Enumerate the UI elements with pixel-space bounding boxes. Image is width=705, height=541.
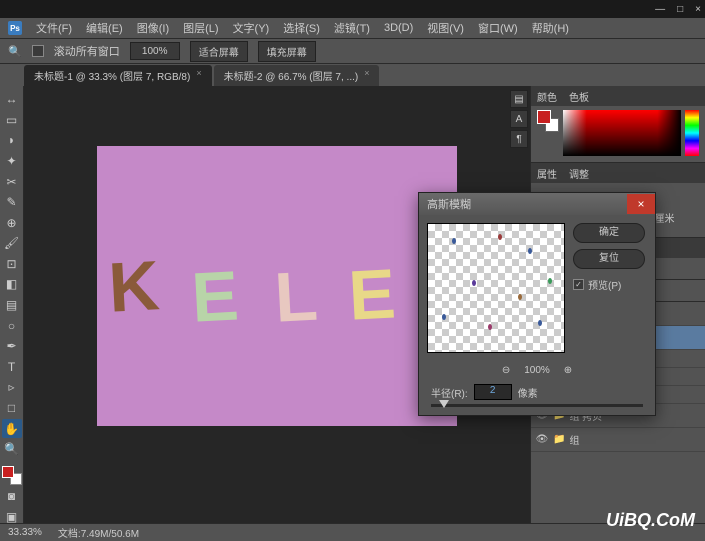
zoom-input[interactable]: 100%: [130, 42, 180, 60]
status-doc-info[interactable]: 文档:7.49M/50.6M: [58, 525, 139, 540]
dialog-close-button[interactable]: ×: [627, 194, 655, 214]
tab-label: 未标题-1 @ 33.3% (图层 7, RGB/8): [34, 68, 190, 83]
radius-input[interactable]: 2: [474, 384, 512, 400]
brush-tool[interactable]: 🖌: [2, 234, 22, 253]
status-zoom[interactable]: 33.33%: [8, 527, 42, 538]
options-bar: 🔍 滚动所有窗口 100% 适合屏幕 填充屏幕: [0, 38, 705, 64]
document-tabs: 未标题-1 @ 33.3% (图层 7, RGB/8) × 未标题-2 @ 66…: [0, 64, 705, 86]
dialog-zoom-value: 100%: [524, 365, 550, 376]
radius-slider[interactable]: [431, 404, 643, 407]
stamp-tool[interactable]: ⊡: [2, 255, 22, 274]
gradient-tool[interactable]: ▤: [2, 296, 22, 315]
tab-close-icon[interactable]: ×: [196, 68, 201, 83]
dialog-titlebar[interactable]: 高斯模糊 ×: [419, 193, 655, 215]
menu-filter[interactable]: 滤镜(T): [334, 20, 370, 36]
menu-type[interactable]: 文字(Y): [233, 20, 270, 36]
dialog-preview-label: 预览(P): [588, 277, 621, 292]
scroll-all-label: 滚动所有窗口: [54, 43, 120, 59]
zoom-tool[interactable]: 🔍: [2, 440, 22, 459]
radius-label: 半径(R):: [431, 385, 468, 400]
menu-select[interactable]: 选择(S): [283, 20, 320, 36]
blur-tool[interactable]: ○: [2, 316, 22, 335]
color-swatches[interactable]: [2, 466, 22, 485]
status-bar: 33.33% 文档:7.49M/50.6M: [0, 523, 705, 541]
marquee-tool[interactable]: ▭: [2, 111, 22, 130]
menu-image[interactable]: 图像(I): [137, 20, 169, 36]
path-tool[interactable]: ▹: [2, 378, 22, 397]
zoom-out-icon[interactable]: ⊖: [502, 365, 510, 376]
color-spectrum[interactable]: [563, 110, 681, 156]
dialog-preview-checkbox[interactable]: ✓: [573, 279, 584, 290]
panel-fg-color[interactable]: [537, 110, 551, 124]
zoom-tool-icon: 🔍: [8, 45, 22, 58]
window-titlebar: — □ ×: [0, 0, 705, 18]
document-tab-2[interactable]: 未标题-2 @ 66.7% (图层 7, ...) ×: [214, 65, 380, 86]
toolbox: ↔ ▭ ◗ ✦ ✂ ✎ ⊕ 🖌 ⊡ ◧ ▤ ○ ✒ T ▹ □ ✋ 🔍 ◙ ▣: [0, 86, 24, 526]
fit-screen-button[interactable]: 适合屏幕: [190, 41, 248, 62]
quick-mask-tool[interactable]: ◙: [2, 487, 22, 506]
tab-close-icon[interactable]: ×: [364, 68, 369, 83]
zoom-in-icon[interactable]: ⊕: [564, 365, 572, 376]
fill-screen-button[interactable]: 填充屏幕: [258, 41, 316, 62]
radius-unit: 像素: [518, 385, 538, 400]
collapsed-panels: ▤ A ¶: [510, 90, 530, 150]
layer-row[interactable]: 👁 📁 组: [531, 428, 705, 452]
eraser-tool[interactable]: ◧: [2, 275, 22, 294]
menu-view[interactable]: 视图(V): [427, 20, 464, 36]
char-panel-icon[interactable]: A: [510, 110, 528, 128]
app-icon: Ps: [8, 21, 22, 35]
minimize-button[interactable]: —: [655, 4, 665, 15]
pen-tool[interactable]: ✒: [2, 337, 22, 356]
type-tool[interactable]: T: [2, 358, 22, 377]
history-panel-icon[interactable]: ▤: [510, 90, 528, 108]
heal-tool[interactable]: ⊕: [2, 213, 22, 232]
close-button[interactable]: ×: [695, 4, 701, 15]
tab-label: 未标题-2 @ 66.7% (图层 7, ...): [224, 68, 359, 83]
adjustments-panel-tab[interactable]: 调整: [569, 166, 589, 181]
menu-edit[interactable]: 编辑(E): [86, 20, 123, 36]
maximize-button[interactable]: □: [677, 4, 683, 15]
menu-file[interactable]: 文件(F): [36, 20, 72, 36]
wand-tool[interactable]: ✦: [2, 152, 22, 171]
dialog-ok-button[interactable]: 确定: [573, 223, 645, 243]
panel-swatches[interactable]: [537, 110, 559, 132]
scroll-all-checkbox[interactable]: [32, 45, 44, 57]
shape-tool[interactable]: □: [2, 399, 22, 418]
menu-help[interactable]: 帮助(H): [532, 20, 569, 36]
watermark: UiBQ.CoM: [606, 510, 695, 531]
dialog-title-text: 高斯模糊: [427, 196, 471, 212]
dialog-preview[interactable]: [427, 223, 565, 353]
hue-slider[interactable]: [685, 110, 699, 156]
para-panel-icon[interactable]: ¶: [510, 130, 528, 148]
slider-handle[interactable]: [439, 400, 449, 408]
menu-layer[interactable]: 图层(L): [183, 20, 218, 36]
layer-name[interactable]: 组: [569, 432, 579, 447]
gaussian-blur-dialog: 高斯模糊 × 确定 复位 ✓ 预览(P) ⊖ 100% ⊕: [418, 192, 656, 416]
color-panel: [531, 106, 705, 162]
hand-tool[interactable]: ✋: [2, 419, 22, 438]
menu-window[interactable]: 窗口(W): [478, 20, 518, 36]
color-panel-tab[interactable]: 颜色: [537, 89, 557, 104]
canvas-image: K E L E: [97, 146, 457, 426]
visibility-icon[interactable]: 👁: [535, 434, 549, 445]
dialog-cancel-button[interactable]: 复位: [573, 249, 645, 269]
move-tool[interactable]: ↔: [2, 90, 22, 109]
document-tab-1[interactable]: 未标题-1 @ 33.3% (图层 7, RGB/8) ×: [24, 65, 212, 86]
swatches-panel-tab[interactable]: 色板: [569, 89, 589, 104]
menu-3d[interactable]: 3D(D): [384, 22, 413, 34]
eyedropper-tool[interactable]: ✎: [2, 193, 22, 212]
menu-bar: Ps 文件(F) 编辑(E) 图像(I) 图层(L) 文字(Y) 选择(S) 滤…: [0, 18, 705, 38]
properties-panel-tab[interactable]: 属性: [537, 166, 557, 181]
foreground-color[interactable]: [2, 466, 14, 478]
folder-icon: 📁: [553, 434, 565, 445]
lasso-tool[interactable]: ◗: [2, 131, 22, 150]
crop-tool[interactable]: ✂: [2, 172, 22, 191]
